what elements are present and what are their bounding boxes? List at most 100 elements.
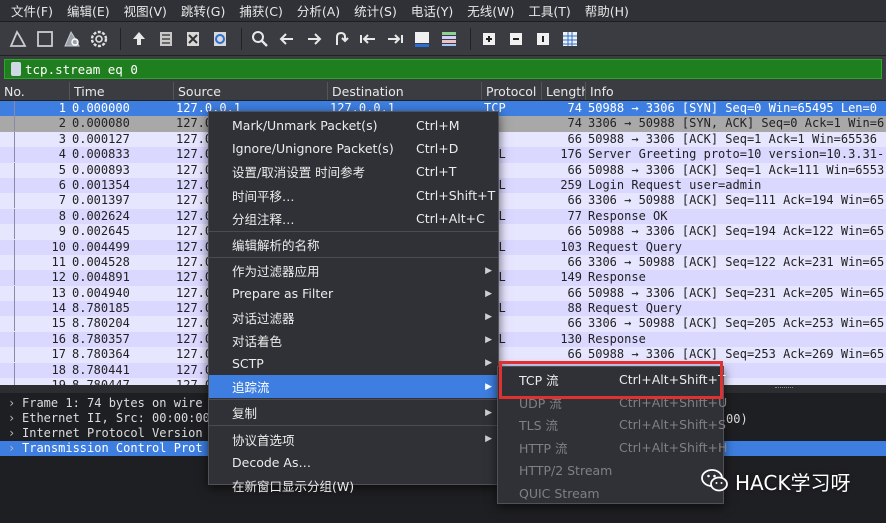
menu-wireless[interactable]: 无线(W) bbox=[460, 1, 521, 20]
submenu-item-quic-stream: QUIC Stream bbox=[519, 485, 600, 501]
submenu-arrow-icon: ▶ bbox=[485, 312, 492, 323]
column-destination[interactable]: Destination bbox=[328, 82, 482, 100]
menu-separator bbox=[209, 399, 498, 401]
last-packet-icon[interactable] bbox=[383, 27, 407, 51]
display-filter-text: tcp.stream eq 0 bbox=[25, 61, 138, 77]
menu-analyze[interactable]: 分析(A) bbox=[290, 1, 347, 20]
menu-item-edit-resolved-name[interactable]: 编辑解析的名称 bbox=[209, 233, 498, 256]
column-time[interactable]: Time bbox=[70, 82, 174, 100]
packet-cell-time: 0.001354 bbox=[72, 177, 130, 192]
packet-cell-no: 7 bbox=[58, 193, 66, 208]
conversation-line-icon bbox=[14, 316, 15, 332]
menu-item-prepare-as-filter[interactable]: Prepare as Filter ▶ bbox=[209, 282, 498, 305]
forward-icon[interactable] bbox=[302, 27, 326, 51]
first-packet-icon[interactable] bbox=[356, 27, 380, 51]
packet-cell-time: 8.780364 bbox=[72, 347, 130, 362]
menu-item-colorize-conversation[interactable]: 对话着色 ▶ bbox=[209, 329, 498, 352]
expand-arrow-icon[interactable]: › bbox=[8, 426, 22, 441]
bookmark-icon[interactable] bbox=[11, 62, 21, 76]
submenu-arrow-icon: ▶ bbox=[485, 407, 492, 418]
close-file-icon[interactable] bbox=[181, 27, 205, 51]
packet-cell-info: 50988 → 3306 [ACK] Seq=194 Ack=122 Win=6… bbox=[588, 224, 885, 239]
menu-file[interactable]: 文件(F) bbox=[4, 1, 60, 20]
menu-item-time-reference[interactable]: 设置/取消设置 时间参考 Ctrl+T bbox=[209, 160, 498, 183]
packet-cell-info: Login Request user=admin bbox=[588, 177, 762, 192]
column-info[interactable]: Info bbox=[586, 82, 886, 100]
packet-cell-no: 15 bbox=[51, 316, 66, 331]
conversation-line-icon bbox=[14, 193, 15, 209]
packet-cell-time: 0.000893 bbox=[72, 162, 130, 177]
menu-item-show-packet-new-window[interactable]: 在新窗口显示分组(W) bbox=[209, 474, 498, 497]
menu-item-follow-stream[interactable]: 追踪流 ▶ bbox=[209, 375, 498, 399]
packet-cell-len: 74 bbox=[567, 101, 582, 115]
packet-cell-len: 88 bbox=[567, 301, 582, 316]
menu-view[interactable]: 视图(V) bbox=[117, 1, 174, 20]
packet-cell-info: 50988 → 3306 [SYN] Seq=0 Win=65495 Len=0 bbox=[588, 101, 877, 115]
archive-icon[interactable] bbox=[154, 27, 178, 51]
packet-cell-time: 8.780441 bbox=[72, 362, 130, 377]
packet-context-menu: Mark/Unmark Packet(s) Ctrl+M Ignore/Unign… bbox=[208, 111, 499, 494]
autoscroll-icon[interactable] bbox=[410, 27, 434, 51]
resize-columns-icon[interactable] bbox=[558, 27, 582, 51]
menu-item-conversation-filter[interactable]: 对话过滤器 ▶ bbox=[209, 306, 498, 329]
menu-go[interactable]: 跳转(G) bbox=[174, 1, 232, 20]
column-source[interactable]: Source bbox=[174, 82, 328, 100]
display-filter-input[interactable]: tcp.stream eq 0 bbox=[4, 59, 882, 79]
expand-arrow-icon[interactable]: › bbox=[8, 396, 22, 411]
highlight-box bbox=[499, 361, 723, 399]
conversation-line-icon bbox=[14, 301, 15, 317]
stop-icon[interactable] bbox=[33, 27, 57, 51]
reload-icon[interactable] bbox=[208, 27, 232, 51]
splitter-grip[interactable] bbox=[775, 387, 793, 390]
expand-arrow-icon[interactable]: › bbox=[8, 441, 22, 456]
go-to-packet-icon[interactable] bbox=[329, 27, 353, 51]
submenu-item-http-stream: HTTP 流 Ctrl+Alt+Shift+H bbox=[519, 440, 728, 457]
menu-item-ignore-packet[interactable]: Ignore/Unignore Packet(s) Ctrl+D bbox=[209, 137, 498, 160]
packet-cell-time: 0.000127 bbox=[72, 131, 130, 146]
column-no[interactable]: No. bbox=[0, 82, 70, 100]
colorize-icon[interactable] bbox=[437, 27, 461, 51]
submenu-arrow-icon: ▶ bbox=[485, 434, 492, 445]
menu-separator bbox=[209, 230, 498, 232]
zoom-out-icon[interactable] bbox=[504, 27, 528, 51]
menu-item-apply-as-filter[interactable]: 作为过滤器应用 ▶ bbox=[209, 259, 498, 282]
conversation-line-icon bbox=[14, 362, 15, 378]
packet-cell-no: 16 bbox=[51, 331, 66, 346]
column-length[interactable]: Length bbox=[542, 82, 586, 100]
conversation-line-icon bbox=[14, 147, 15, 163]
menu-item-decode-as[interactable]: Decode As… bbox=[209, 451, 498, 474]
menu-statistics[interactable]: 统计(S) bbox=[347, 1, 404, 20]
menu-tools[interactable]: 工具(T) bbox=[521, 1, 577, 20]
column-protocol[interactable]: Protocol bbox=[482, 82, 542, 100]
restart-capture-icon[interactable] bbox=[60, 27, 84, 51]
packet-cell-len: 66 bbox=[567, 193, 582, 208]
menu-capture[interactable]: 捕获(C) bbox=[232, 1, 289, 20]
packet-cell-info: 3306 → 50988 [SYN, ACK] Seq=0 Ack=1 Win=… bbox=[588, 116, 885, 131]
expand-arrow-icon[interactable]: › bbox=[8, 411, 22, 426]
search-icon[interactable] bbox=[248, 27, 272, 51]
shark-fin-icon[interactable] bbox=[6, 27, 30, 51]
menu-telephony[interactable]: 电话(Y) bbox=[404, 1, 460, 20]
menu-item-protocol-preferences[interactable]: 协议首选项 ▶ bbox=[209, 427, 498, 450]
packet-cell-info: Response bbox=[588, 270, 646, 285]
menu-item-time-shift[interactable]: 时间平移… Ctrl+Shift+T bbox=[209, 184, 498, 207]
menu-item-sctp[interactable]: SCTP ▶ bbox=[209, 352, 498, 375]
capture-options-icon[interactable] bbox=[87, 27, 111, 51]
packet-cell-info: 50988 → 3306 [ACK] Seq=231 Ack=205 Win=6… bbox=[588, 285, 885, 300]
packet-cell-time: 8.780185 bbox=[72, 301, 130, 316]
back-icon[interactable] bbox=[275, 27, 299, 51]
packet-cell-info: Response bbox=[588, 331, 646, 346]
menu-item-copy[interactable]: 复制 ▶ bbox=[209, 401, 498, 424]
menu-edit[interactable]: 编辑(E) bbox=[60, 1, 117, 20]
packet-cell-no: 9 bbox=[58, 224, 66, 239]
menu-help[interactable]: 帮助(H) bbox=[578, 1, 636, 20]
menu-item-mark-packet[interactable]: Mark/Unmark Packet(s) Ctrl+M bbox=[209, 114, 498, 137]
menu-item-packet-comment[interactable]: 分组注释… Ctrl+Alt+C bbox=[209, 207, 498, 230]
packet-cell-info: 50988 → 3306 [ACK] Seq=1 Ack=111 Win=655… bbox=[588, 162, 885, 177]
conversation-line-icon bbox=[14, 347, 15, 363]
zoom-in-icon[interactable] bbox=[477, 27, 501, 51]
toolbar-separator bbox=[241, 27, 242, 50]
normal-size-icon[interactable] bbox=[531, 27, 555, 51]
open-file-icon[interactable] bbox=[127, 27, 151, 51]
packet-cell-len: 149 bbox=[560, 270, 582, 285]
